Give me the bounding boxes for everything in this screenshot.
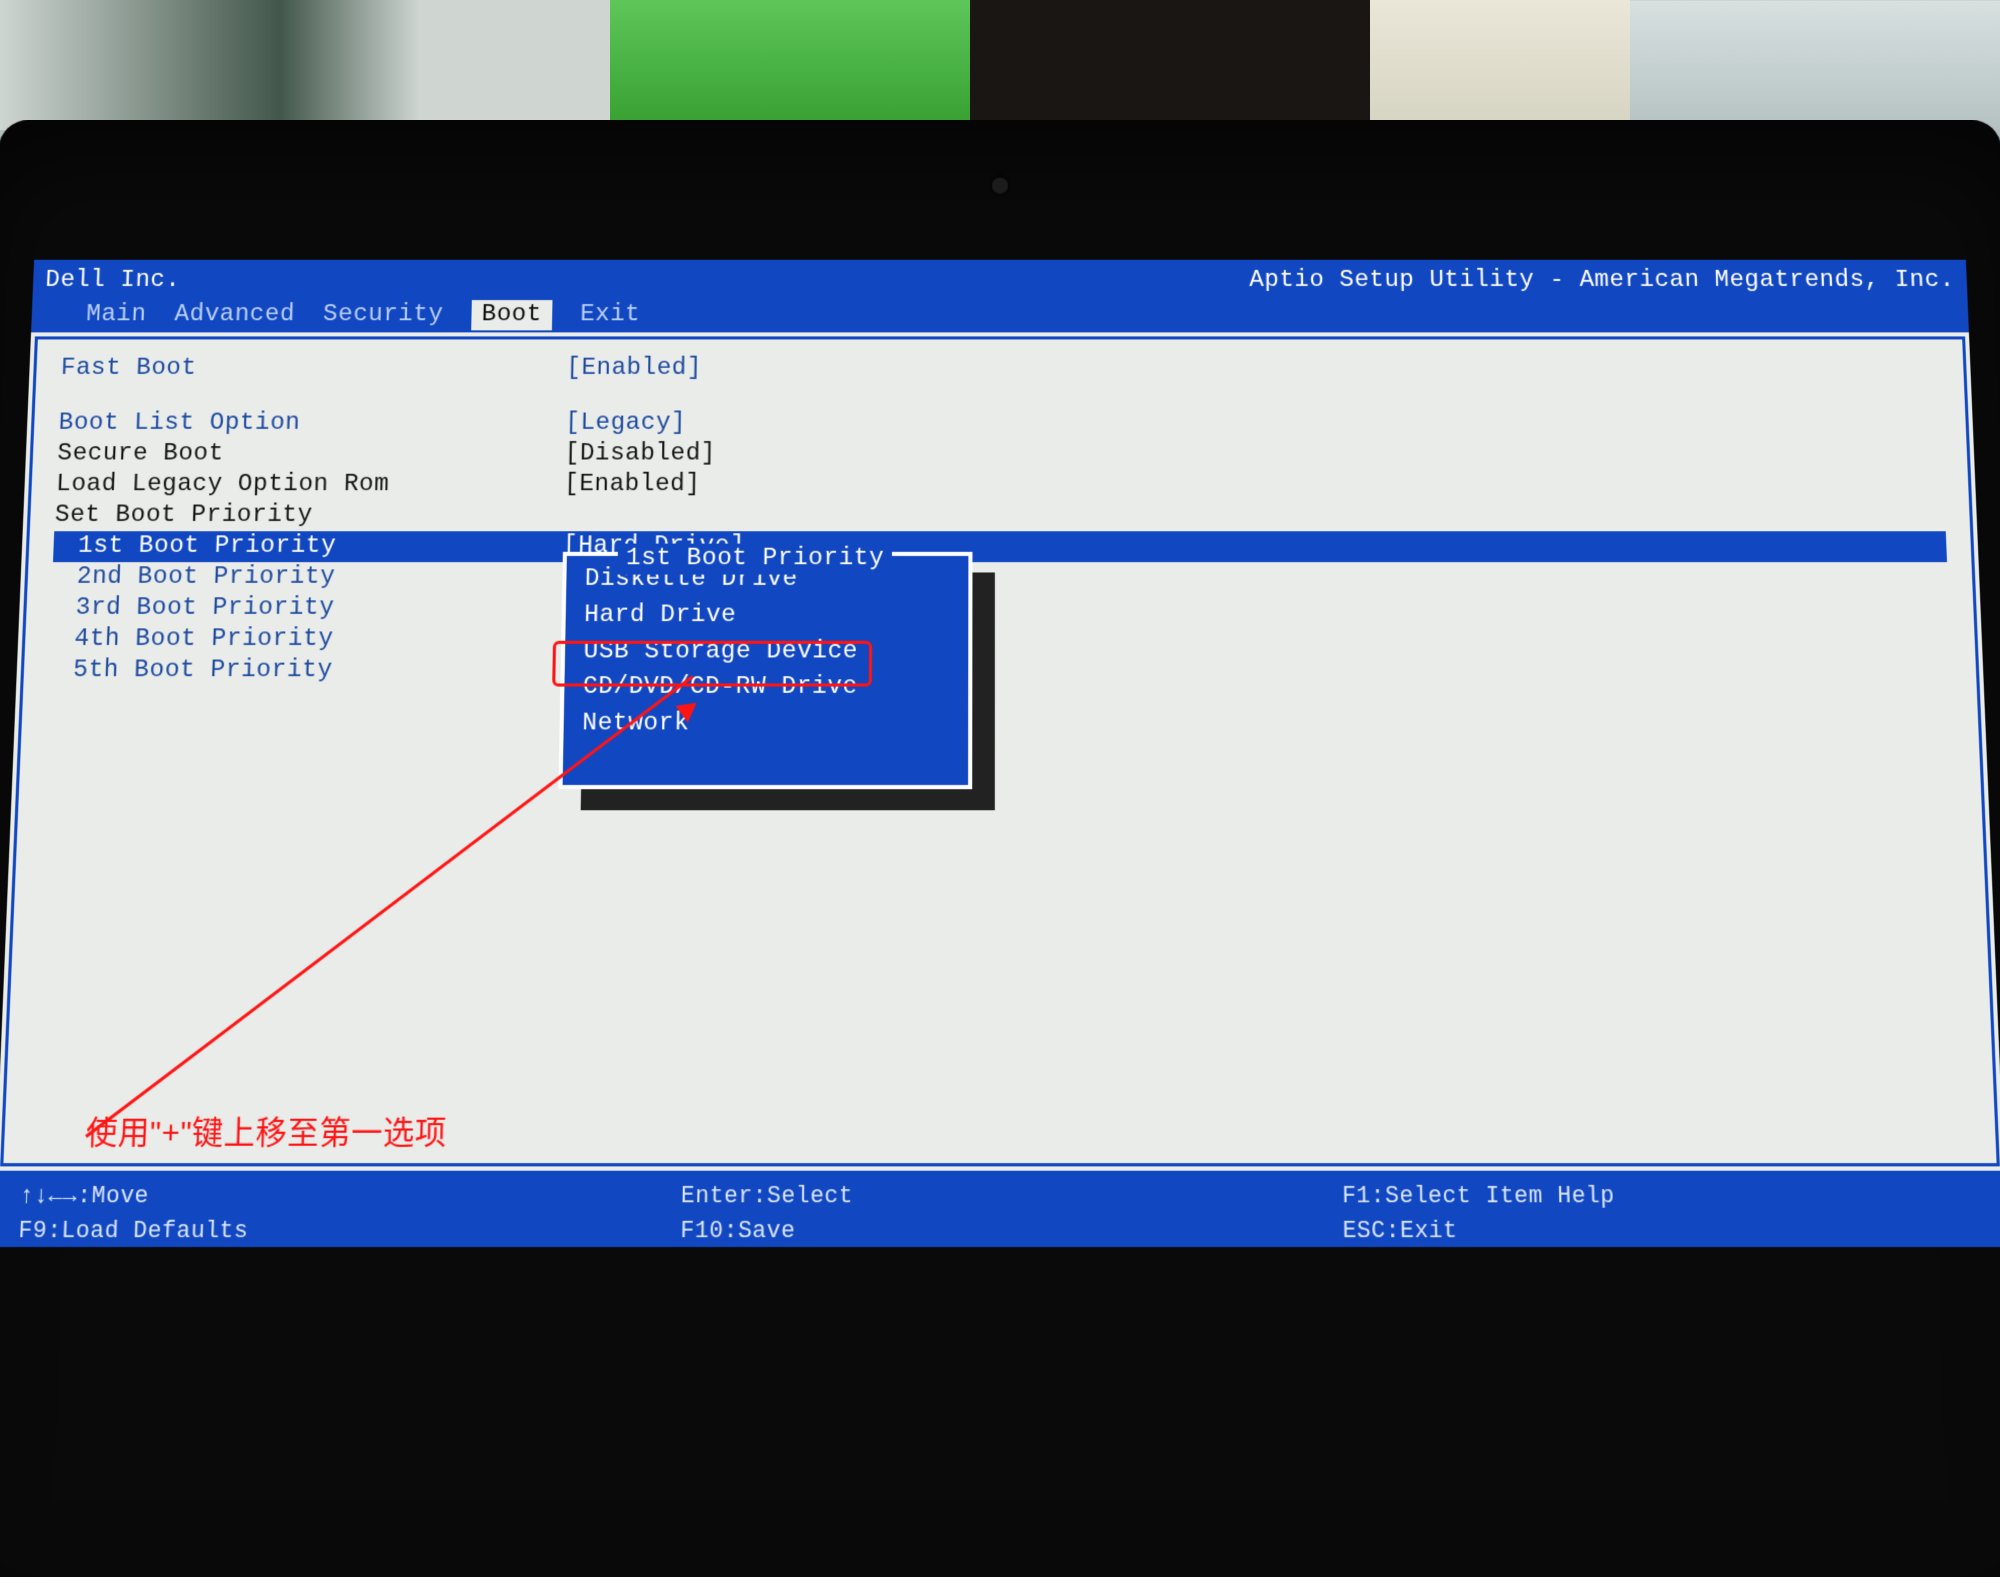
val-legacy-rom[interactable]: [Enabled] (564, 470, 701, 501)
annotation-arrow-line (85, 675, 694, 1138)
annotation-text: 使用"+"键上移至第一选项 (85, 1113, 447, 1154)
opt-prio2[interactable]: 2nd Boot Priority (52, 562, 563, 593)
tab-security[interactable]: Security (323, 300, 444, 330)
opt-prio5[interactable]: 5th Boot Priority (48, 655, 561, 686)
room-left (0, 0, 700, 130)
utility-title: Aptio Setup Utility - American Megatrend… (1249, 266, 1955, 296)
popup-item-cddvd[interactable]: CD/DVD/CD-RW Drive (583, 670, 950, 706)
tab-exit[interactable]: Exit (580, 300, 641, 330)
opt-prio4[interactable]: 4th Boot Priority (49, 624, 561, 655)
popup-item-usb[interactable]: USB Storage Device (583, 634, 950, 670)
opt-secure-boot[interactable]: Secure Boot (57, 439, 565, 470)
popup-item-network[interactable]: Network (582, 707, 950, 743)
tab-main[interactable]: Main (86, 300, 147, 330)
tab-boot[interactable]: Boot (471, 300, 552, 330)
bios-screen: Dell Inc. Aptio Setup Utility - American… (0, 260, 2000, 1245)
opt-fast-boot[interactable]: Fast Boot (60, 354, 566, 384)
val-secure-boot[interactable]: [Disabled] (564, 439, 716, 470)
bios-header: Dell Inc. Aptio Setup Utility - American… (31, 260, 1969, 333)
hint-save: F10:Save (680, 1216, 1319, 1246)
room-chair (970, 0, 1370, 120)
webcam (992, 178, 1008, 194)
room-curtain (1370, 0, 1630, 130)
room-greenwall (610, 0, 970, 120)
opt-prio1[interactable]: 1st Boot Priority (53, 531, 563, 562)
val-boot-list[interactable]: [Legacy] (565, 408, 686, 439)
val-fast-boot[interactable]: [Enabled] (566, 354, 702, 384)
bios-tabs: Main Advanced Security Boot Exit (43, 300, 1956, 330)
tab-advanced[interactable]: Advanced (174, 300, 295, 330)
laptop-bezel: Dell Inc. Aptio Setup Utility - American… (0, 120, 2000, 1577)
hint-help: F1:Select Item Help (1342, 1182, 1981, 1212)
popup-title: 1st Boot Priority (618, 544, 893, 575)
opt-set-boot-priority[interactable]: Set Boot Priority (54, 500, 564, 531)
vendor-label: Dell Inc. (45, 266, 181, 296)
boot-priority-popup: 1st Boot Priority Diskette Drive Hard Dr… (558, 552, 972, 789)
hint-defaults: F9:Load Defaults (18, 1216, 658, 1246)
opt-prio3[interactable]: 3rd Boot Priority (50, 593, 562, 624)
opt-legacy-rom[interactable]: Load Legacy Option Rom (56, 470, 565, 501)
bios-panel: Fast Boot [Enabled] Boot List Option [Le… (0, 336, 2000, 1166)
opt-boot-list[interactable]: Boot List Option (58, 408, 566, 439)
hint-exit: ESC:Exit (1342, 1216, 1982, 1246)
hint-move: ↑↓←→:Move (19, 1182, 658, 1212)
popup-item-hdd[interactable]: Hard Drive (584, 598, 950, 634)
hint-select: Enter:Select (681, 1182, 1319, 1212)
bios-footer: ↑↓←→:Move Enter:Select F1:Select Item He… (0, 1171, 2000, 1247)
